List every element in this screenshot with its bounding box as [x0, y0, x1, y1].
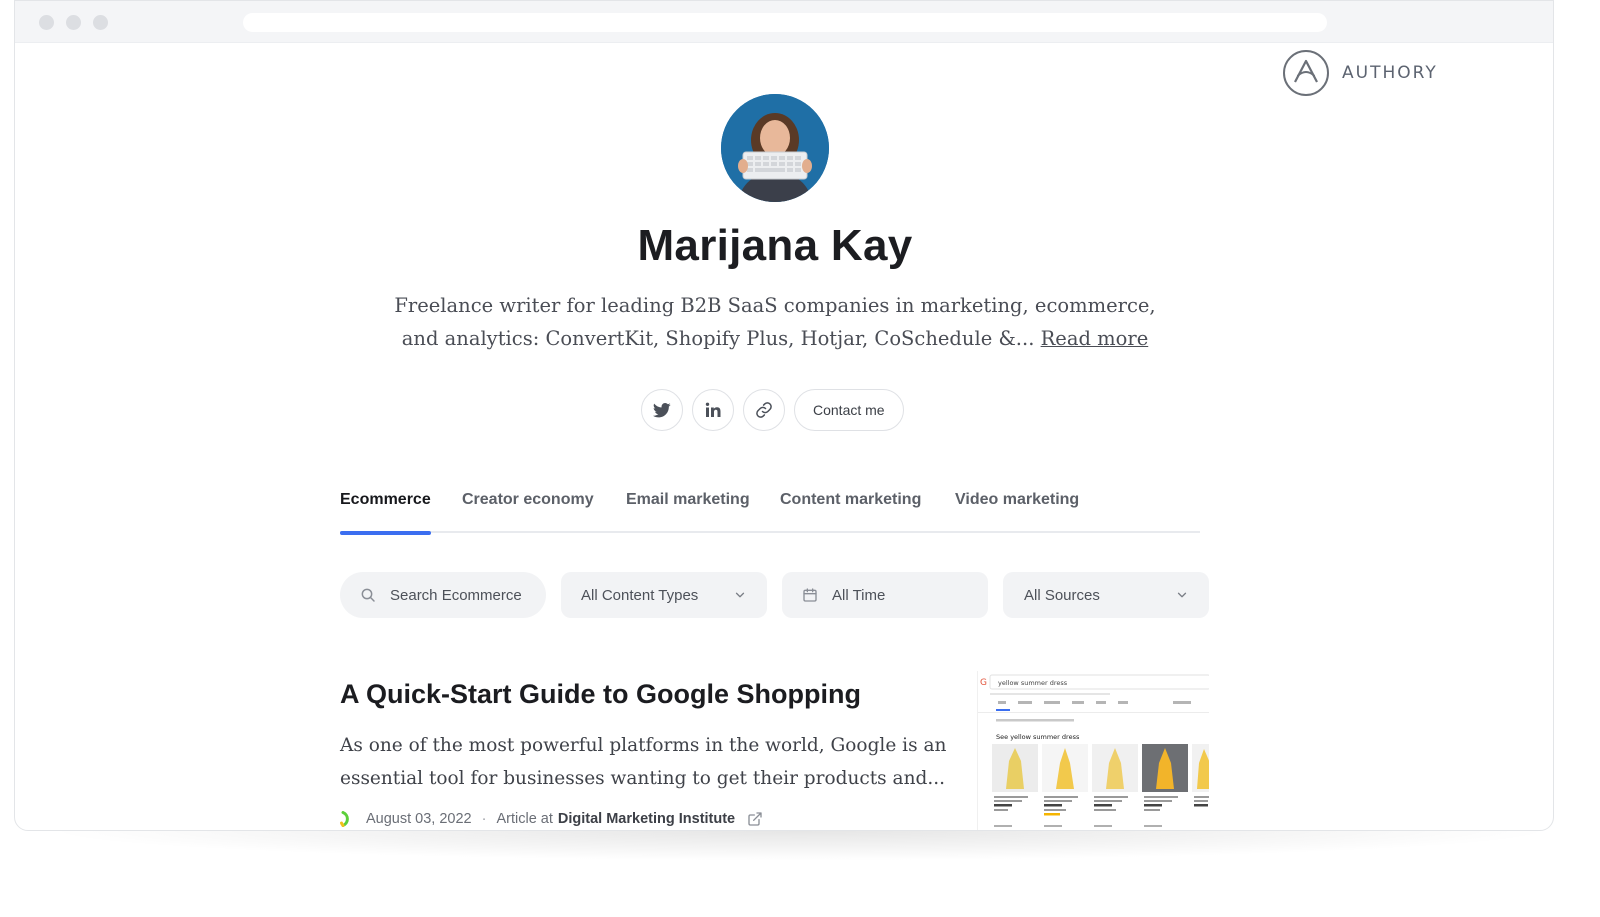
- twitter-button[interactable]: [641, 389, 683, 431]
- sources-dropdown[interactable]: All Sources: [1003, 572, 1209, 618]
- address-bar[interactable]: [243, 13, 1327, 32]
- chevron-down-icon: [1175, 588, 1189, 602]
- authory-logo-icon: [1283, 50, 1329, 96]
- window-dot-close[interactable]: [39, 15, 54, 30]
- brand-name: AUTHORY: [1342, 63, 1438, 83]
- calendar-icon: [802, 587, 818, 603]
- article-excerpt: As one of the most powerful platforms in…: [340, 735, 947, 789]
- topic-tabs: Ecommerce Creator economy Email marketin…: [340, 479, 1200, 535]
- tab-content-marketing[interactable]: Content marketing: [780, 479, 921, 533]
- search-placeholder: Search Ecommerce: [390, 586, 522, 604]
- external-link-icon[interactable]: [747, 811, 763, 827]
- contact-me-button[interactable]: Contact me: [794, 389, 904, 431]
- chevron-down-icon: [733, 588, 747, 602]
- thumbnail-search-query: yellow summer dress: [998, 679, 1068, 687]
- avatar-photo: [721, 94, 829, 202]
- browser-window: AUTHORY Marijana Kay Freelance writer fo…: [14, 0, 1554, 831]
- window-dot-maximize[interactable]: [93, 15, 108, 30]
- authory-brand[interactable]: AUTHORY: [1282, 49, 1438, 97]
- tab-creator-economy[interactable]: Creator economy: [462, 479, 594, 533]
- tab-ecommerce[interactable]: Ecommerce: [340, 479, 431, 535]
- article-type: Article at: [496, 811, 553, 827]
- thumbnail-section-heading: See yellow summer dress: [996, 733, 1080, 741]
- twitter-icon: [653, 402, 671, 417]
- thumbnail-google-g: G: [980, 678, 987, 688]
- content-types-value: All Content Types: [581, 586, 699, 604]
- website-link-button[interactable]: [743, 389, 785, 431]
- avatar: [721, 94, 829, 202]
- content-types-dropdown[interactable]: All Content Types: [561, 572, 767, 618]
- sources-value: All Sources: [1024, 586, 1100, 604]
- profile-bio: Freelance writer for leading B2B SaaS co…: [385, 289, 1165, 355]
- publication-logo-icon: [340, 811, 354, 827]
- article-title-link[interactable]: A Quick-Start Guide to Google Shopping: [340, 679, 861, 710]
- article-publication[interactable]: Digital Marketing Institute: [558, 811, 735, 827]
- tab-email-marketing[interactable]: Email marketing: [626, 479, 750, 533]
- meta-separator: ·: [481, 811, 487, 827]
- linkedin-icon: [705, 402, 721, 417]
- time-range-picker[interactable]: All Time: [782, 572, 988, 618]
- search-icon: [360, 587, 376, 603]
- linkedin-button[interactable]: [692, 389, 734, 431]
- link-icon: [756, 402, 772, 418]
- browser-chrome: [15, 1, 1553, 43]
- window-dot-minimize[interactable]: [66, 15, 81, 30]
- tab-video-marketing[interactable]: Video marketing: [955, 479, 1079, 533]
- social-links: Contact me: [641, 389, 904, 431]
- profile-name: Marijana Kay: [637, 221, 913, 270]
- search-input[interactable]: Search Ecommerce: [340, 572, 546, 618]
- article-thumbnail[interactable]: G yellow summer dress See yellow summer …: [977, 671, 1209, 830]
- article-date: August 03, 2022: [366, 811, 472, 827]
- article-meta: August 03, 2022 · Article at Digital Mar…: [340, 807, 763, 830]
- time-range-value: All Time: [832, 586, 886, 604]
- read-more-link[interactable]: Read more: [1041, 327, 1149, 350]
